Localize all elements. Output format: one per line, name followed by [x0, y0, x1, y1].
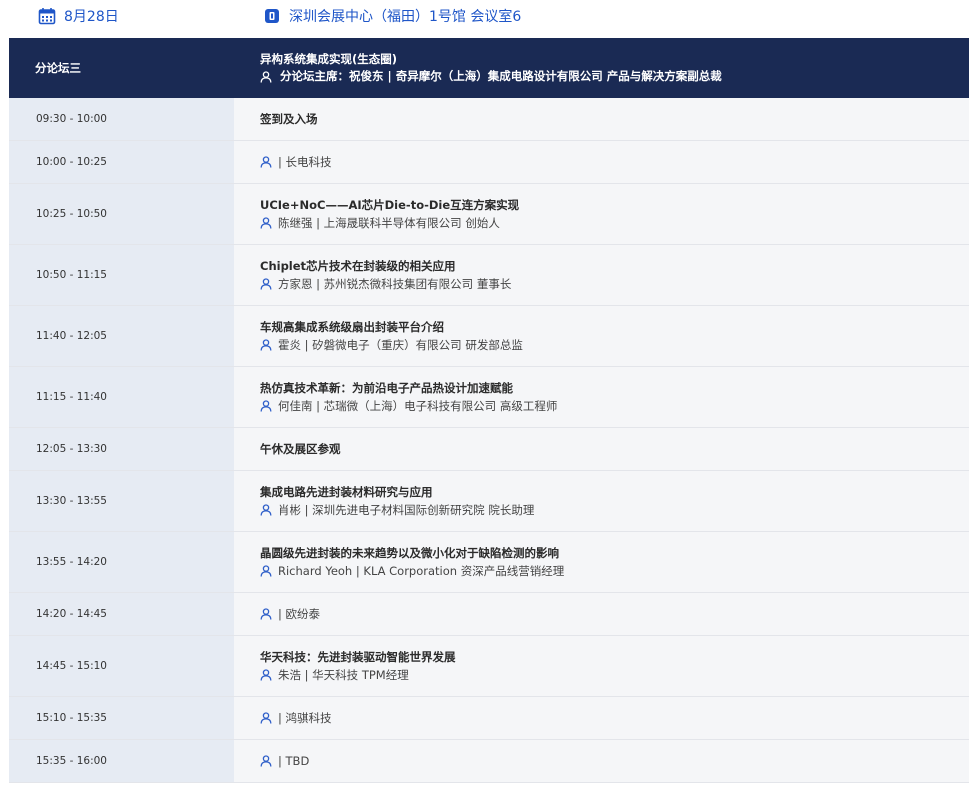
- session-speaker-text: 霍炎 | 矽磐微电子（重庆）有限公司 研发部总监: [278, 338, 523, 352]
- event-date: 8月28日: [38, 5, 119, 27]
- session-speaker: 朱浩 | 华天科技 TPM经理: [260, 666, 969, 684]
- session-time: 10:25 - 10:50: [9, 184, 234, 244]
- session-speaker-text: Richard Yeoh | KLA Corporation 资深产品线营销经理: [278, 564, 565, 578]
- session-details: | 鸿骐科技: [234, 697, 969, 739]
- session-speaker: 陈继强 | 上海晟联科半导体有限公司 创始人: [260, 214, 969, 232]
- session-title: 集成电路先进封装材料研究与应用: [260, 485, 433, 499]
- session-speaker: | 欧纷泰: [260, 605, 969, 623]
- session-speaker-text: | 鸿骐科技: [278, 711, 332, 725]
- session-time: 15:35 - 16:00: [9, 740, 234, 782]
- session-time: 09:30 - 10:00: [9, 98, 234, 140]
- session-speaker: 肖彬 | 深圳先进电子材料国际创新研究院 院长助理: [260, 501, 969, 519]
- session-time: 14:45 - 15:10: [9, 636, 234, 696]
- person-icon: [260, 608, 272, 620]
- session-speaker: | 鸿骐科技: [260, 709, 969, 727]
- person-icon: [260, 565, 272, 577]
- forum-label: 分论坛三: [35, 61, 81, 75]
- schedule-row: 15:10 - 15:35 | 鸿骐科技: [9, 697, 969, 740]
- session-speaker: 何佳南 | 芯瑞微（上海）电子科技有限公司 高级工程师: [260, 397, 969, 415]
- session-title: 热仿真技术革新：为前沿电子产品热设计加速赋能: [260, 381, 513, 395]
- session-speaker-text: 方家恩 | 苏州锐杰微科技集团有限公司 董事长: [278, 277, 512, 291]
- session-details: | TBD: [234, 740, 969, 782]
- forum-host-text: 分论坛主席：祝俊东 | 奇异摩尔（上海）集成电路设计有限公司 产品与解决方案副总…: [280, 69, 722, 83]
- session-title: 晶圆级先进封装的未来趋势以及微小化对于缺陷检测的影响: [260, 546, 559, 560]
- session-speaker-text: | 欧纷泰: [278, 607, 321, 621]
- schedule-row: 11:15 - 11:40 热仿真技术革新：为前沿电子产品热设计加速赋能 何佳南 |…: [9, 367, 969, 428]
- forum-header-body: 异构系统集成实现(生态圈) 分论坛主席：祝俊东 | 奇异摩尔（上海）集成电路设计…: [234, 38, 969, 98]
- schedule-rows: 09:30 - 10:00 签到及入场 10:00 - 10:25 | 长电科技 10:…: [9, 98, 969, 783]
- session-time: 10:00 - 10:25: [9, 141, 234, 183]
- session-details: 车规高集成系统级扇出封装平台介绍霍炎 | 矽磐微电子（重庆）有限公司 研发部总监: [234, 306, 969, 366]
- session-title: 华天科技：先进封装驱动智能世界发展: [260, 650, 456, 664]
- schedule-row: 09:30 - 10:00 签到及入场: [9, 98, 969, 141]
- person-icon: [260, 156, 272, 168]
- calendar-icon: [38, 8, 56, 25]
- session-time: 13:55 - 14:20: [9, 532, 234, 592]
- session-speaker-text: 何佳南 | 芯瑞微（上海）电子科技有限公司 高级工程师: [278, 399, 558, 413]
- schedule-table: 分论坛三 异构系统集成实现(生态圈) 分论坛主席：祝俊东 | 奇异摩尔（上海）集…: [9, 38, 969, 783]
- session-details: 晶圆级先进封装的未来趋势以及微小化对于缺陷检测的影响 Richard Yeoh |…: [234, 532, 969, 592]
- session-speaker-text: | 长电科技: [278, 155, 332, 169]
- session-details: | 欧纷泰: [234, 593, 969, 635]
- forum-title: 异构系统集成实现(生态圈): [260, 52, 398, 66]
- person-icon: [260, 339, 272, 351]
- session-time: 10:50 - 11:15: [9, 245, 234, 305]
- building-icon: [265, 9, 279, 23]
- session-title: 签到及入场: [260, 112, 318, 126]
- person-icon: [260, 755, 272, 767]
- schedule-row: 14:45 - 15:10 华天科技：先进封装驱动智能世界发展 朱浩 | 华天科技 …: [9, 636, 969, 697]
- session-details: 华天科技：先进封装驱动智能世界发展朱浩 | 华天科技 TPM经理: [234, 636, 969, 696]
- session-title: UCIe+NoC——AI芯片Die-to-Die互连方案实现: [260, 198, 520, 212]
- session-speaker: Richard Yeoh | KLA Corporation 资深产品线营销经理: [260, 562, 969, 580]
- event-date-text: 8月28日: [64, 9, 119, 25]
- schedule-row: 11:40 - 12:05 车规高集成系统级扇出封装平台介绍 霍炎 | 矽磐微电子（…: [9, 306, 969, 367]
- person-icon: [260, 669, 272, 681]
- session-details: 集成电路先进封装材料研究与应用肖彬 | 深圳先进电子材料国际创新研究院 院长助理: [234, 471, 969, 531]
- session-time: 14:20 - 14:45: [9, 593, 234, 635]
- person-icon: [260, 712, 272, 724]
- schedule-row: 14:20 - 14:45 | 欧纷泰: [9, 593, 969, 636]
- session-speaker-text: | TBD: [278, 754, 310, 768]
- schedule-row: 10:50 - 11:15 Chiplet芯片技术在封装级的相关应用 方家恩 | 苏…: [9, 245, 969, 306]
- event-venue-text: 深圳会展中心（福田）1号馆 会议室6: [289, 9, 522, 25]
- schedule-row: 12:05 - 13:30 午休及展区参观: [9, 428, 969, 471]
- schedule-row: 13:30 - 13:55 集成电路先进封装材料研究与应用 肖彬 | 深圳先进电子材…: [9, 471, 969, 532]
- session-title: 午休及展区参观: [260, 442, 341, 456]
- session-time: 11:40 - 12:05: [9, 306, 234, 366]
- event-info-bar: 8月28日 深圳会展中心（福田）1号馆 会议室6: [0, 0, 978, 32]
- session-time: 13:30 - 13:55: [9, 471, 234, 531]
- person-icon: [260, 400, 272, 412]
- session-details: 热仿真技术革新：为前沿电子产品热设计加速赋能何佳南 | 芯瑞微（上海）电子科技有…: [234, 367, 969, 427]
- person-icon: [260, 217, 272, 229]
- schedule-row: 10:00 - 10:25 | 长电科技: [9, 141, 969, 184]
- session-speaker-text: 肖彬 | 深圳先进电子材料国际创新研究院 院长助理: [278, 503, 535, 517]
- session-speaker: 霍炎 | 矽磐微电子（重庆）有限公司 研发部总监: [260, 336, 969, 354]
- forum-host: 分论坛主席：祝俊东 | 奇异摩尔（上海）集成电路设计有限公司 产品与解决方案副总…: [260, 68, 969, 85]
- person-icon: [260, 70, 272, 83]
- person-icon: [260, 278, 272, 290]
- session-details: Chiplet芯片技术在封装级的相关应用方家恩 | 苏州锐杰微科技集团有限公司 …: [234, 245, 969, 305]
- session-details: UCIe+NoC——AI芯片Die-to-Die互连方案实现 陈继强 | 上海晟联…: [234, 184, 969, 244]
- session-time: 12:05 - 13:30: [9, 428, 234, 470]
- session-speaker-text: 陈继强 | 上海晟联科半导体有限公司 创始人: [278, 216, 500, 230]
- session-time: 11:15 - 11:40: [9, 367, 234, 427]
- session-title: 车规高集成系统级扇出封装平台介绍: [260, 320, 444, 334]
- schedule-row: 13:55 - 14:20 晶圆级先进封装的未来趋势以及微小化对于缺陷检测的影响 R…: [9, 532, 969, 593]
- person-icon: [260, 504, 272, 516]
- session-time: 15:10 - 15:35: [9, 697, 234, 739]
- session-details: 签到及入场: [234, 98, 969, 140]
- session-details: 午休及展区参观: [234, 428, 969, 470]
- event-venue: 深圳会展中心（福田）1号馆 会议室6: [263, 5, 521, 27]
- session-details: | 长电科技: [234, 141, 969, 183]
- session-speaker: | TBD: [260, 752, 969, 770]
- forum-header: 分论坛三 异构系统集成实现(生态圈) 分论坛主席：祝俊东 | 奇异摩尔（上海）集…: [9, 38, 969, 98]
- session-speaker: 方家恩 | 苏州锐杰微科技集团有限公司 董事长: [260, 275, 969, 293]
- schedule-row: 15:35 - 16:00 | TBD: [9, 740, 969, 783]
- schedule-row: 10:25 - 10:50 UCIe+NoC——AI芯片Die-to-Die互连方…: [9, 184, 969, 245]
- session-speaker: | 长电科技: [260, 153, 969, 171]
- session-title: Chiplet芯片技术在封装级的相关应用: [260, 259, 456, 273]
- session-speaker-text: 朱浩 | 华天科技 TPM经理: [278, 668, 409, 682]
